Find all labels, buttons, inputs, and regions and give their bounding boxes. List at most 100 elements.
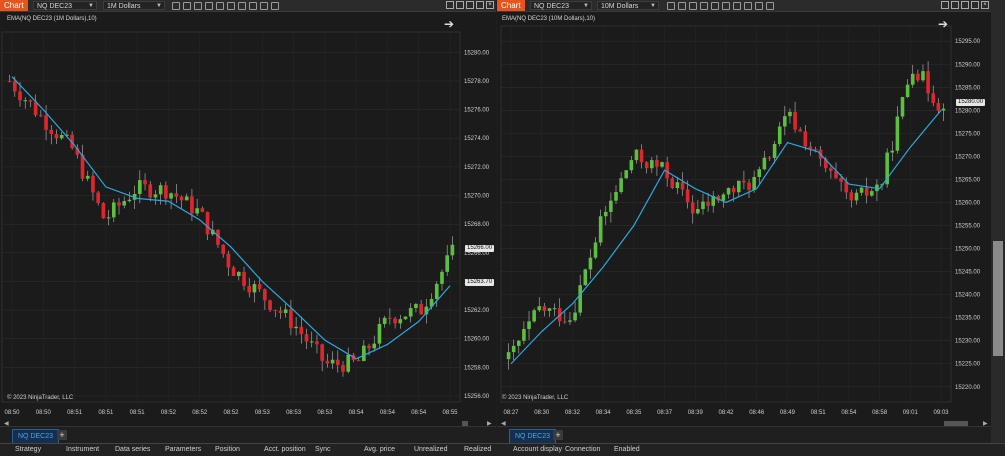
minimize-icon[interactable] <box>961 1 969 9</box>
chevron-down-icon: ▼ <box>650 3 656 9</box>
candle-body <box>419 304 423 315</box>
candle-body <box>696 209 700 214</box>
templates-icon[interactable] <box>271 1 279 10</box>
candle-body <box>174 193 179 197</box>
properties-icon[interactable] <box>755 1 763 10</box>
candle-body <box>414 304 418 309</box>
candle-body <box>685 189 690 203</box>
cursor-icon[interactable] <box>700 1 708 10</box>
grid-header-account-display[interactable]: Account display <box>513 446 562 453</box>
pencil-icon[interactable] <box>183 1 191 10</box>
side-scroll-thumb[interactable] <box>993 241 1003 356</box>
grid-header-unrealized[interactable]: Unrealized <box>414 446 447 453</box>
x-tick-label: 08:52 <box>161 410 177 416</box>
copyright-label: © 2023 NinjaTrader, LLC <box>7 395 74 401</box>
y-tick-label: 15270.00 <box>464 194 490 200</box>
close-icon[interactable]: × <box>981 1 989 9</box>
grid-header-realized[interactable]: Realized <box>464 446 491 453</box>
maximize-icon[interactable] <box>476 1 484 9</box>
tab-instrument[interactable]: NQ DEC23 <box>12 429 60 444</box>
data-box-icon[interactable] <box>227 1 235 10</box>
indicators-icon[interactable] <box>733 1 741 10</box>
candle-body <box>184 196 189 201</box>
zoom-icon[interactable] <box>689 1 697 10</box>
x-tick-label: 08:51 <box>130 410 146 416</box>
data-box-icon[interactable] <box>722 1 730 10</box>
price-tag-last: 15266.00 <box>465 245 495 252</box>
candle-body <box>598 216 603 243</box>
series-selector[interactable]: 1M Dollars ▼ <box>103 1 165 10</box>
instrument-selector[interactable]: NQ DEC23 ▼ <box>33 1 97 10</box>
price-chart-right[interactable]: 15295.00 15290.00 15285.00 15280.00 15275.00… <box>497 12 991 424</box>
x-tick-label: 08:53 <box>286 410 302 416</box>
zoom-icon[interactable] <box>194 1 202 10</box>
candle-body <box>315 341 319 345</box>
tab-instrument[interactable]: NQ DEC23 <box>509 429 557 444</box>
grid-header-instrument[interactable]: Instrument <box>66 446 99 453</box>
candle-body <box>179 196 184 201</box>
restore-icon[interactable] <box>456 1 464 9</box>
grid-header-parameters[interactable]: Parameters <box>165 446 201 453</box>
candle-body <box>257 284 262 290</box>
pencil-icon[interactable] <box>678 1 686 10</box>
candle-body <box>690 202 695 214</box>
candle-body <box>568 320 572 322</box>
restore-icon[interactable] <box>951 1 959 9</box>
chart-menu-button[interactable]: Chart <box>497 0 525 11</box>
grid-header-acct-position[interactable]: Acct. position <box>264 446 306 453</box>
y-tick-label: 15278.00 <box>464 79 490 85</box>
pointer-icon[interactable] <box>711 1 719 10</box>
grid-header-connection[interactable]: Connection <box>565 446 600 453</box>
maximize-icon[interactable] <box>971 1 979 9</box>
y-tick-label: 15260.00 <box>955 200 981 206</box>
add-tab-button[interactable]: + <box>553 430 563 440</box>
x-tick-label: 08:54 <box>411 410 427 416</box>
grid-header-sync[interactable]: Sync <box>315 446 331 453</box>
candle-body <box>537 306 542 311</box>
templates-icon[interactable] <box>766 1 774 10</box>
properties-icon[interactable] <box>260 1 268 10</box>
grid-header-enabled[interactable]: Enabled <box>614 446 640 453</box>
candle-body <box>665 162 669 179</box>
grid-header-data-series[interactable]: Data series <box>115 446 150 453</box>
y-tick-label: 15268.00 <box>464 222 490 228</box>
indicators-icon[interactable] <box>238 1 246 10</box>
series-selector[interactable]: 10M Dollars ▼ <box>597 1 659 10</box>
candle-body <box>23 100 28 102</box>
chart-menu-button[interactable]: Chart <box>0 0 28 11</box>
candle-body <box>148 184 153 198</box>
x-tick-label: 08:51 <box>811 410 827 416</box>
grid-header-strategy[interactable]: Strategy <box>15 446 41 453</box>
candle-body <box>346 354 351 372</box>
grid-header-position[interactable]: Position <box>215 446 240 453</box>
arrow-right-icon[interactable]: ➔ <box>444 17 454 31</box>
bar-type-icon[interactable] <box>172 1 180 10</box>
grid-header-avg-price[interactable]: Avg. price <box>364 446 395 453</box>
candle-body <box>588 257 593 270</box>
close-icon[interactable]: × <box>486 1 494 9</box>
candle-body <box>798 129 802 132</box>
y-tick-label: 15245.00 <box>955 270 981 276</box>
strategies-icon[interactable] <box>744 1 752 10</box>
chart-tabbar: NQ DEC23 + <box>0 426 496 444</box>
tile-icon[interactable] <box>941 1 949 9</box>
tile-icon[interactable] <box>446 1 454 9</box>
candle-body <box>372 343 377 349</box>
instrument-selector[interactable]: NQ DEC23 ▼ <box>530 1 592 10</box>
pointer-icon[interactable] <box>216 1 224 10</box>
x-tick-label: 08:53 <box>317 410 333 416</box>
candle-body <box>85 175 90 179</box>
candle-body <box>299 326 304 335</box>
candle-body <box>362 345 366 361</box>
candle-body <box>236 271 241 276</box>
price-chart-left[interactable]: 15280.00 15278.00 15276.00 15274.00 15272.00… <box>0 12 496 424</box>
side-scrollbar[interactable] <box>991 0 1005 443</box>
minimize-icon[interactable] <box>466 1 474 9</box>
cursor-icon[interactable] <box>205 1 213 10</box>
arrow-right-icon[interactable]: ➔ <box>938 17 948 31</box>
add-tab-button[interactable]: + <box>57 430 67 440</box>
candle-body <box>263 289 267 301</box>
candle-body <box>670 178 675 189</box>
bar-type-icon[interactable] <box>667 1 675 10</box>
strategies-icon[interactable] <box>249 1 257 10</box>
